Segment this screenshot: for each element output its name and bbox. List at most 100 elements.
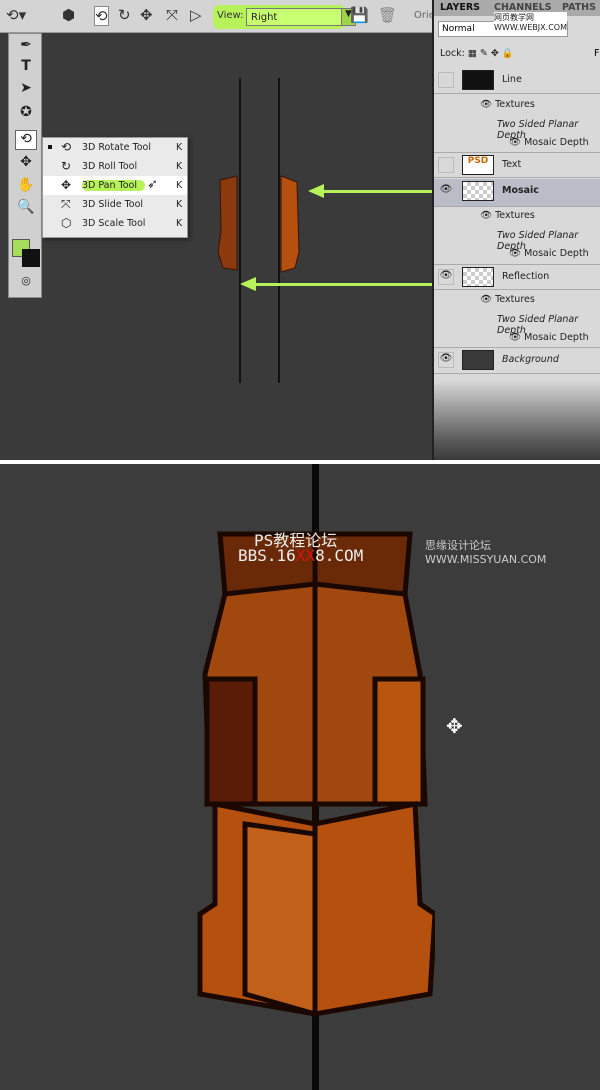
toolbox: ✒ T ➤ ✪ ⟲ ✥ ✋ 🔍 ◎ xyxy=(8,33,42,298)
shortcut: K xyxy=(176,218,183,229)
eye-icon[interactable]: 👁 xyxy=(438,183,454,199)
bbs-part: 8.COM xyxy=(315,546,364,565)
pen-tool-icon[interactable]: ✒ xyxy=(15,37,37,57)
view-select[interactable]: Right ▼ xyxy=(246,8,356,26)
menu-item-3d-slide[interactable]: ⤧ 3D Slide Tool K xyxy=(43,195,187,214)
layer-name: Background xyxy=(502,354,559,365)
label: 3D Scale Tool xyxy=(82,218,146,229)
watermark-missyuan: 思缘设计论坛 WWW.MISSYUAN.COM xyxy=(425,539,547,566)
reflection-textures[interactable]: 👁 Textures xyxy=(480,294,535,305)
layer-thumbnail xyxy=(462,267,494,287)
watermark-bbs: BBS.16XX8.COM xyxy=(238,546,363,565)
view-control: View: Right ▼ xyxy=(213,5,356,29)
layer-name: Reflection xyxy=(502,271,550,282)
label: 3D Pan Tool xyxy=(82,180,145,191)
hand-tool-icon[interactable]: ✋ xyxy=(15,177,37,197)
layer-row-text[interactable]: PSD Text xyxy=(434,152,600,178)
3d-rotate-preset-icon[interactable]: ⟲▾ xyxy=(6,6,26,24)
menu-item-3d-rotate[interactable]: ⟲ 3D Rotate Tool K xyxy=(43,138,187,157)
background-color-swatch[interactable] xyxy=(22,249,40,267)
visibility-toggle[interactable] xyxy=(438,157,454,173)
mosaic-mosaic-depth[interactable]: 👁 Mosaic Depth xyxy=(509,248,589,259)
mouse-cursor-icon: ➶ xyxy=(147,177,158,192)
fill-label: F xyxy=(594,48,600,59)
line-textures[interactable]: 👁 Textures xyxy=(480,99,535,110)
slide-mode-icon[interactable]: ⤧ xyxy=(166,6,178,24)
path-selection-icon[interactable]: ➤ xyxy=(15,80,37,100)
3d-rotate-icon: ⟲ xyxy=(61,140,72,154)
line-mosaic-depth[interactable]: 👁 Mosaic Depth xyxy=(509,137,589,148)
bbs-part-red: XX xyxy=(295,546,316,565)
tower-right-half xyxy=(280,175,300,273)
lock-all-icon[interactable]: 🔒 xyxy=(502,48,514,59)
lock-transparent-icon[interactable]: ▦ xyxy=(468,48,477,59)
label: Mosaic Depth xyxy=(524,137,589,148)
3d-slide-icon: ⤧ xyxy=(61,197,71,211)
lock-position-icon[interactable]: ✥ xyxy=(491,48,499,59)
visibility-toggle[interactable] xyxy=(438,72,454,88)
scale-mode-icon[interactable]: ▷ xyxy=(190,6,202,24)
mosaic-tower-render xyxy=(197,531,435,1018)
layer-thumbnail xyxy=(462,181,494,201)
eye-icon[interactable]: 👁 xyxy=(438,269,454,285)
shortcut: K xyxy=(176,161,183,172)
bbs-part: BBS.16 xyxy=(238,546,296,565)
options-bar: ⟲▾ ⬢ ⟲ ↻ ✥ ⤧ ▷ View: Right ▼ 💾 🗑 Orient xyxy=(0,0,445,33)
eye-icon[interactable]: 👁 xyxy=(438,352,454,368)
layer-row-line[interactable]: Line xyxy=(434,68,600,94)
layer-thumbnail xyxy=(462,70,494,90)
label: Textures xyxy=(495,99,535,110)
mosaic-textures[interactable]: 👁 Textures xyxy=(480,210,535,221)
3d-rotate-tool-icon[interactable]: ⟲ xyxy=(15,130,37,150)
watermark-url: WWW.WEBJX.COM xyxy=(494,23,567,32)
pan-cursor-icon: ✥ xyxy=(446,714,463,738)
canvas-close-up: PS教程论坛 BBS.16XX8.COM 思缘设计论坛 WWW.MISSYUAN… xyxy=(0,464,600,1090)
zoom-tool-icon[interactable]: 🔍 xyxy=(15,199,37,219)
label: 3D Slide Tool xyxy=(82,199,144,210)
pointer-arrow-mosaic xyxy=(320,190,432,193)
view-label: View: xyxy=(217,10,244,21)
tab-paths[interactable]: PATHS xyxy=(562,2,596,13)
type-tool-icon[interactable]: T xyxy=(15,58,37,78)
layer-name: Mosaic xyxy=(502,185,539,196)
rotate-mode-icon[interactable]: ⟲ xyxy=(94,6,109,26)
tower-base-face xyxy=(242,821,318,1018)
photoshop-window: ⟲▾ ⬢ ⟲ ↻ ✥ ⤧ ▷ View: Right ▼ 💾 🗑 Orient ✒… xyxy=(0,0,600,460)
label: 3D Roll Tool xyxy=(82,161,138,172)
3d-roll-icon: ↻ xyxy=(61,159,72,173)
layer-row-reflection[interactable]: 👁 Reflection xyxy=(434,264,600,290)
save-view-icon[interactable]: 💾 xyxy=(350,6,369,24)
lock-image-icon[interactable]: ✎ xyxy=(480,48,488,59)
tower-left-pillar xyxy=(204,676,258,807)
layer-row-background[interactable]: 👁 Background xyxy=(434,347,600,374)
tab-layers[interactable]: LAYERS xyxy=(440,2,480,13)
3d-object-icon[interactable]: ⬢ xyxy=(62,6,75,24)
layer-name: Line xyxy=(502,74,522,85)
arrow-head-icon xyxy=(240,277,256,291)
blend-mode-value: Normal xyxy=(442,24,475,34)
menu-item-3d-pan[interactable]: ✥ 3D Pan Tool ➶ K xyxy=(43,176,187,195)
3d-pan-icon: ✥ xyxy=(61,178,72,192)
custom-shape-icon[interactable]: ✪ xyxy=(15,104,37,124)
shortcut: K xyxy=(176,199,183,210)
3d-orbit-tool-icon[interactable]: ✥ xyxy=(15,154,37,174)
label: Textures xyxy=(495,294,535,305)
tower-right-pillar xyxy=(372,676,426,807)
arrow-head-icon xyxy=(308,184,324,198)
quick-mask-icon[interactable]: ◎ xyxy=(15,274,37,294)
roll-mode-icon[interactable]: ↻ xyxy=(118,6,131,24)
active-indicator xyxy=(48,145,52,149)
reflection-mosaic-depth[interactable]: 👁 Mosaic Depth xyxy=(509,332,589,343)
layer-row-mosaic[interactable]: 👁 Mosaic xyxy=(434,179,600,207)
pointer-arrow-reflection xyxy=(252,283,432,286)
menu-item-3d-roll[interactable]: ↻ 3D Roll Tool K xyxy=(43,157,187,176)
pan-mode-icon[interactable]: ✥ xyxy=(140,6,153,24)
delete-view-icon[interactable]: 🗑 xyxy=(378,6,397,24)
watermark-text: 网页教学网 xyxy=(494,13,534,22)
lock-controls: Lock: ▦ ✎ ✥ 🔒 xyxy=(440,48,514,59)
view-value: Right xyxy=(251,12,278,23)
shortcut: K xyxy=(176,142,183,153)
label: Textures xyxy=(495,210,535,221)
menu-item-3d-scale[interactable]: ⬡ 3D Scale Tool K xyxy=(43,214,187,233)
tower-side-view xyxy=(217,175,300,273)
